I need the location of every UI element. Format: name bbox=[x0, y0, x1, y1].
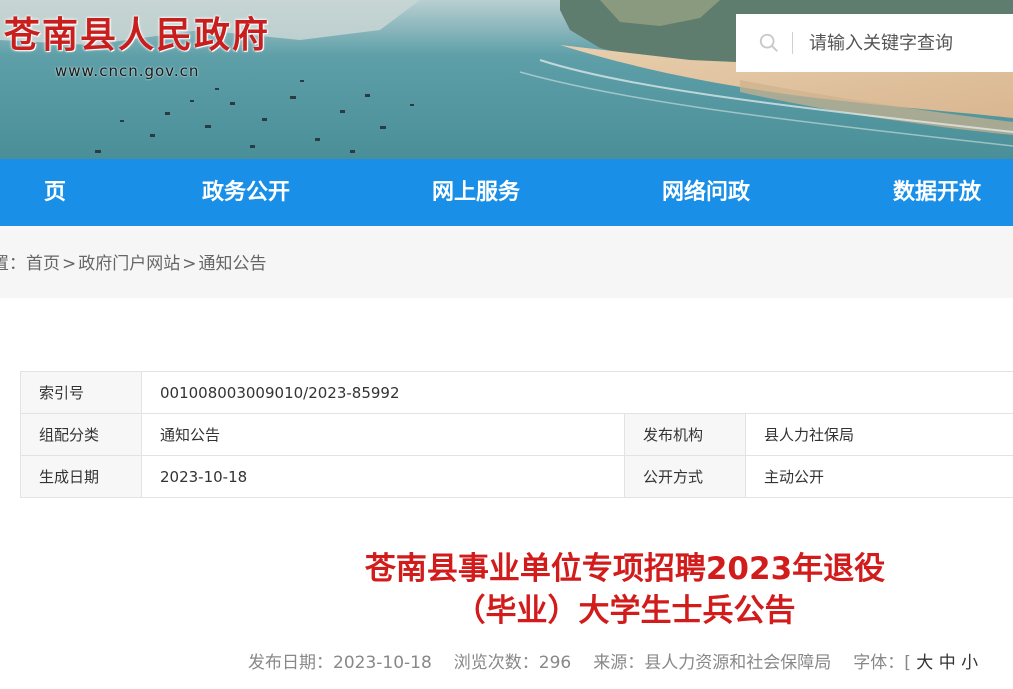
search-input[interactable] bbox=[809, 32, 999, 54]
article-meta: 发布日期：2023-10-18 浏览次数：296 来源：县人力资源和社会保障局 字体：… bbox=[248, 648, 978, 673]
date-label: 生成日期 bbox=[20, 455, 142, 498]
breadcrumb-separator: > bbox=[182, 254, 197, 274]
table-row: 索引号 001008003009010/2023-85992 bbox=[20, 371, 1013, 414]
breadcrumb-separator: > bbox=[62, 254, 77, 274]
search-icon[interactable] bbox=[758, 32, 780, 54]
font-size-medium-button[interactable]: 中 bbox=[939, 653, 956, 673]
article-title: 苍南县事业单位专项招聘2023年退役 （毕业）大学生士兵公告 bbox=[320, 548, 930, 632]
category-value: 通知公告 bbox=[141, 413, 625, 456]
article-title-line2: （毕业）大学生士兵公告 bbox=[454, 593, 796, 629]
header-banner: 苍南县人民政府 www.cncn.gov.cn bbox=[0, 0, 1013, 159]
site-title: 苍南县人民政府 bbox=[4, 14, 271, 56]
index-number-label: 索引号 bbox=[20, 371, 142, 414]
category-label: 组配分类 bbox=[20, 413, 142, 456]
view-count: 浏览次数：296 bbox=[453, 653, 572, 673]
date-value: 2023-10-18 bbox=[141, 455, 625, 498]
breadcrumb-link-portal[interactable]: 政府门户网站 bbox=[78, 254, 180, 274]
nav-item-online-inquiry[interactable]: 网络问政 bbox=[662, 159, 750, 226]
document-info-table: 索引号 001008003009010/2023-85992 组配分类 通知公告… bbox=[20, 371, 1013, 498]
font-size-small-button[interactable]: 小 bbox=[961, 653, 978, 673]
font-size-label: 字体：[ bbox=[853, 653, 911, 673]
table-row: 生成日期 2023-10-18 公开方式 主动公开 bbox=[20, 455, 1013, 498]
breadcrumb: 置：首页 > 政府门户网站 > 通知公告 bbox=[0, 226, 267, 298]
breadcrumb-link-notices[interactable]: 通知公告 bbox=[199, 254, 267, 274]
publisher-label: 发布机构 bbox=[624, 413, 746, 456]
nav-item-home[interactable]: 页 bbox=[44, 159, 66, 226]
publish-date: 发布日期：2023-10-18 bbox=[248, 653, 432, 673]
article-title-line1: 苍南县事业单位专项招聘2023年退役 bbox=[364, 551, 886, 587]
disclosure-value: 主动公开 bbox=[745, 455, 1013, 498]
page: 苍南县人民政府 www.cncn.gov.cn 页 政务公开 网上服务 网络问政… bbox=[0, 0, 1013, 689]
nav-item-open-data[interactable]: 数据开放 bbox=[893, 159, 981, 226]
font-size-large-button[interactable]: 大 bbox=[916, 653, 933, 673]
nav-item-government-affairs[interactable]: 政务公开 bbox=[202, 159, 290, 226]
disclosure-label: 公开方式 bbox=[624, 455, 746, 498]
breadcrumb-bar: 置：首页 > 政府门户网站 > 通知公告 bbox=[0, 226, 1013, 298]
site-url: www.cncn.gov.cn bbox=[55, 62, 200, 80]
nav-item-online-services[interactable]: 网上服务 bbox=[432, 159, 520, 226]
index-number-value: 001008003009010/2023-85992 bbox=[141, 371, 1013, 414]
search-divider bbox=[792, 32, 793, 54]
publisher-value: 县人力社保局 bbox=[745, 413, 1013, 456]
search-box[interactable] bbox=[736, 14, 1013, 72]
breadcrumb-prefix: 置： bbox=[0, 254, 26, 274]
article-source: 来源：县人力资源和社会保障局 bbox=[593, 653, 832, 673]
main-nav: 页 政务公开 网上服务 网络问政 数据开放 bbox=[0, 159, 1013, 226]
breadcrumb-link-home[interactable]: 首页 bbox=[26, 254, 60, 274]
table-row: 组配分类 通知公告 发布机构 县人力社保局 bbox=[20, 413, 1013, 456]
